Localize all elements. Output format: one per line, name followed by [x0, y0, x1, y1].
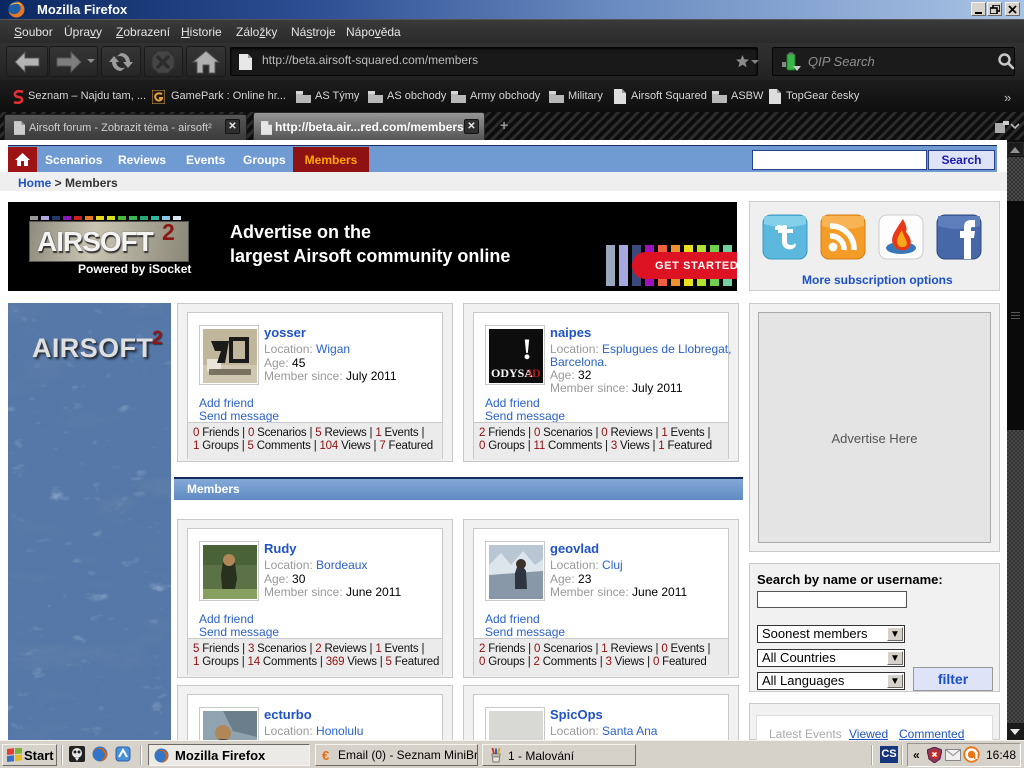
svg-text:!: ! [522, 333, 532, 366]
svg-text:AIRSOFT: AIRSOFT [32, 333, 153, 363]
svg-text:3D: 3D [526, 366, 541, 380]
svg-text:2: 2 [152, 328, 163, 349]
